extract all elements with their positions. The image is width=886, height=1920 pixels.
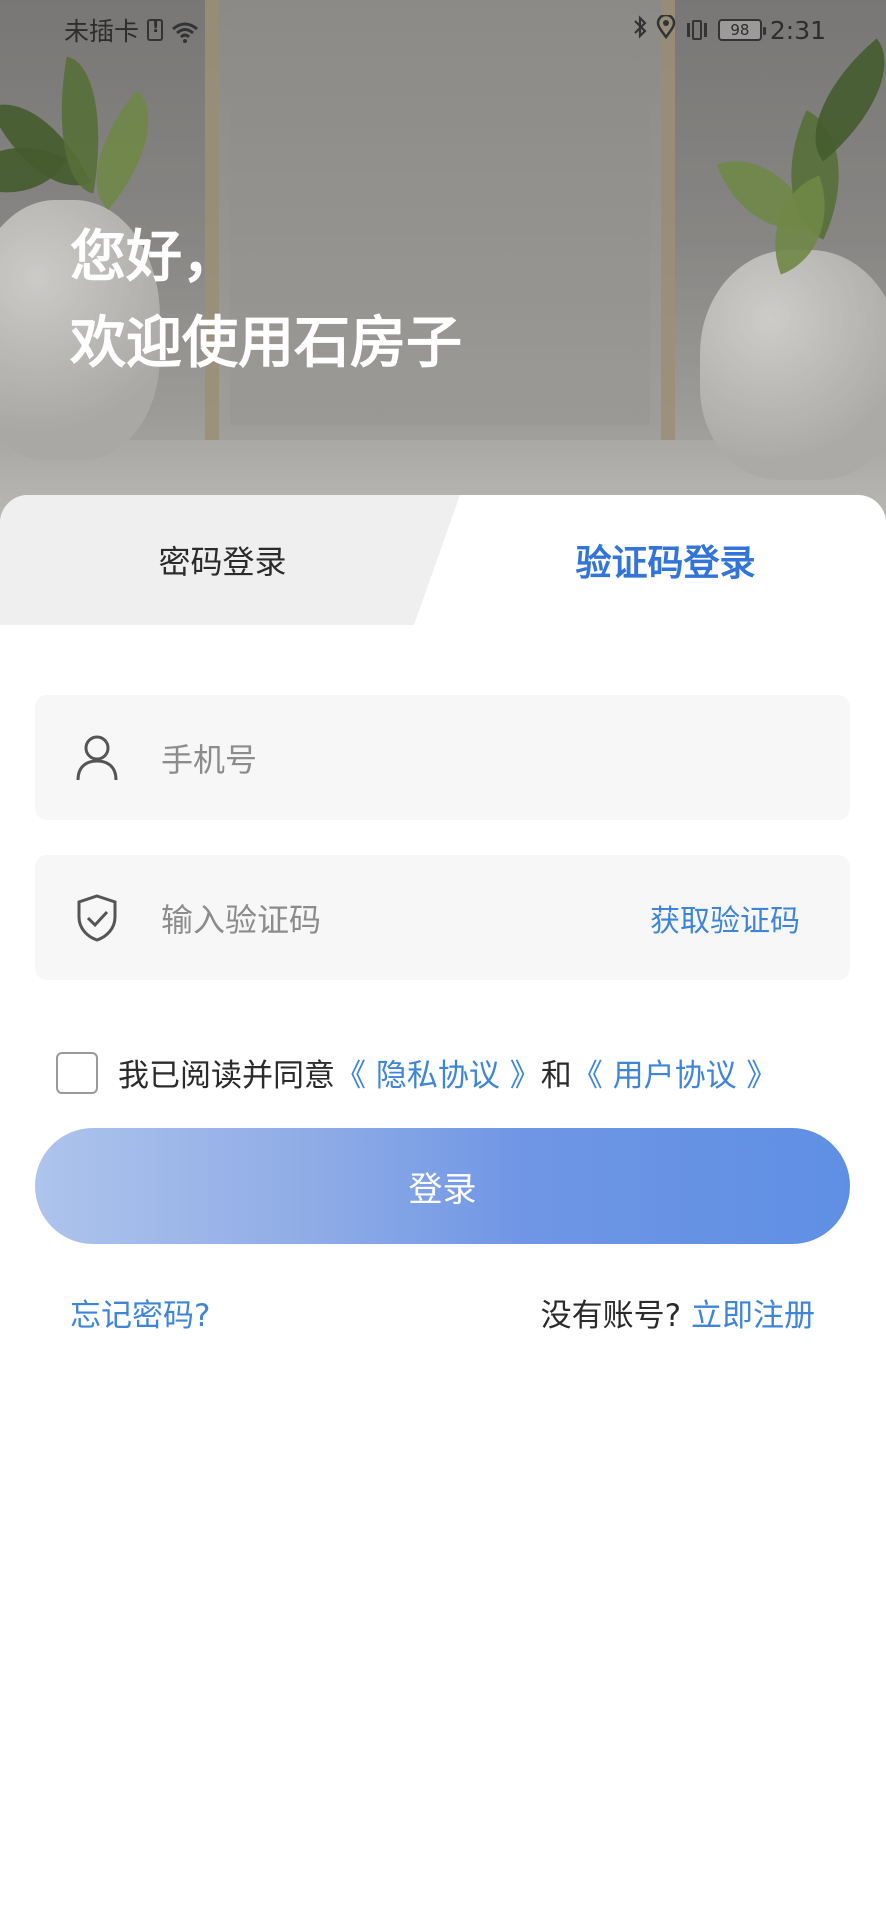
phone-field[interactable]: 手机号 xyxy=(35,695,850,820)
status-right: 98 2:31 xyxy=(632,13,826,45)
agreement-row: 我已阅读并同意 《 隐私协议 》 和 《 用户协议 》 xyxy=(56,1050,777,1095)
greeting: 您好， 欢迎使用石房子 xyxy=(70,215,462,387)
user-icon xyxy=(73,732,121,784)
clock-time: 2:31 xyxy=(769,15,826,45)
no-account-text: 没有账号? xyxy=(540,1298,682,1334)
shield-check-icon xyxy=(73,892,121,944)
forgot-password-link[interactable]: 忘记密码? xyxy=(70,1290,210,1335)
agreement-checkbox[interactable] xyxy=(56,1051,98,1094)
vibrate-icon xyxy=(684,19,710,41)
status-bar: 未插卡 98 2:31 xyxy=(0,0,886,60)
agreement-prefix: 我已阅读并同意 xyxy=(118,1058,335,1094)
tab-password-login[interactable]: 密码登录 xyxy=(0,495,445,625)
location-icon xyxy=(656,13,676,45)
carrier-text: 未插卡 xyxy=(64,17,140,46)
agreement-and: 和 xyxy=(540,1058,572,1094)
privacy-policy-link[interactable]: 《 隐私协议 》 xyxy=(335,1050,541,1095)
login-tabs: 密码登录 验证码登录 xyxy=(0,495,886,625)
user-agreement-link[interactable]: 《 用户协议 》 xyxy=(572,1050,778,1095)
code-input[interactable]: 输入验证码 xyxy=(161,895,650,941)
register-row: 没有账号? 立即注册 xyxy=(541,1290,815,1335)
greeting-line2: 欢迎使用石房子 xyxy=(70,311,462,376)
greeting-line1: 您好， xyxy=(70,225,238,290)
sim-card-icon xyxy=(147,17,164,41)
tab-code-login[interactable]: 验证码登录 xyxy=(445,495,886,625)
status-left: 未插卡 xyxy=(64,12,199,48)
bottom-links: 忘记密码? 没有账号? 立即注册 xyxy=(70,1290,815,1335)
bluetooth-icon xyxy=(632,15,648,45)
login-button[interactable]: 登录 xyxy=(35,1128,850,1244)
code-field[interactable]: 输入验证码 获取验证码 xyxy=(35,855,850,980)
battery-level: 98 xyxy=(730,21,750,39)
battery-icon: 98 xyxy=(717,19,766,41)
register-link[interactable]: 立即注册 xyxy=(691,1298,815,1334)
get-code-button[interactable]: 获取验证码 xyxy=(650,896,800,940)
wifi-icon xyxy=(171,20,199,43)
phone-input[interactable]: 手机号 xyxy=(161,735,850,781)
